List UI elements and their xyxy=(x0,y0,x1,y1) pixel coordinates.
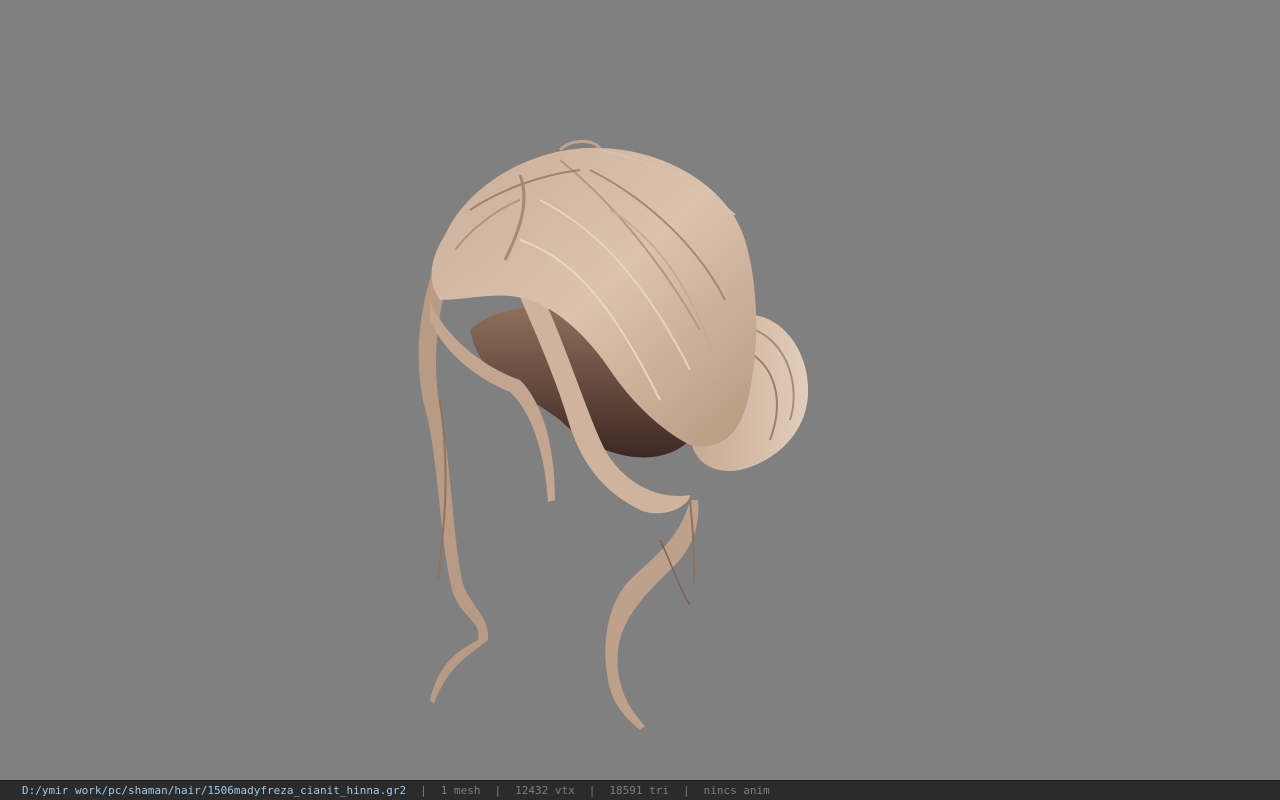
mesh-count-text: 1 mesh xyxy=(440,784,481,797)
separator: | xyxy=(682,784,690,797)
separator: | xyxy=(494,784,502,797)
vertex-count-text: 12432 vtx xyxy=(515,784,575,797)
hair-model-render xyxy=(418,140,809,730)
anim-status-text: nincs anim xyxy=(703,784,770,797)
file-path-text: D:/ymir work/pc/shaman/hair/1506madyfrez… xyxy=(22,784,407,797)
separator: | xyxy=(588,784,596,797)
separator: | xyxy=(420,784,427,797)
triangle-count-text: 18591 tri xyxy=(609,784,669,797)
status-bar: D:/ymir work/pc/shaman/hair/1506madyfrez… xyxy=(0,780,1280,800)
3d-viewport[interactable] xyxy=(0,0,1280,780)
